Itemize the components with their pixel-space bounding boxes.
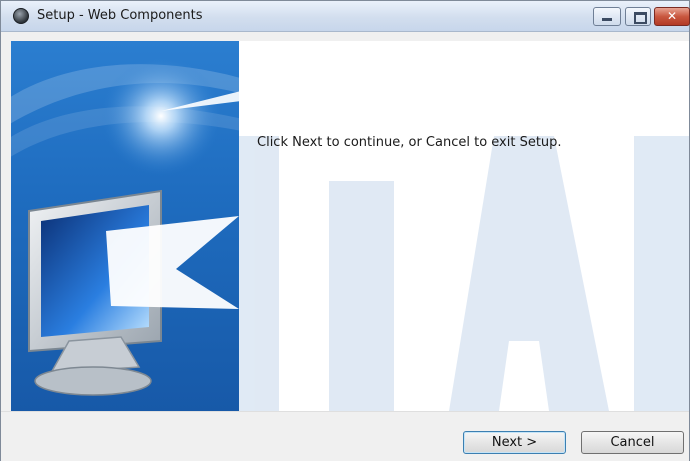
next-button[interactable]: Next > [463, 431, 566, 454]
instruction-text: Click Next to continue, or Cancel to exi… [257, 135, 562, 150]
button-bar: Next > Cancel [1, 411, 689, 461]
setup-window: Setup - Web Components ✕ Click Next to c… [0, 0, 690, 461]
monitor-illustration [11, 56, 239, 396]
minimize-button[interactable] [593, 7, 621, 26]
window-title: Setup - Web Components [37, 8, 203, 23]
watermark-graphic [239, 136, 689, 411]
maximize-button[interactable] [625, 7, 651, 26]
close-button[interactable]: ✕ [654, 7, 690, 26]
wizard-banner-image [11, 41, 239, 411]
minimize-icon [602, 18, 612, 21]
wizard-content-panel: Click Next to continue, or Cancel to exi… [239, 41, 689, 411]
cancel-button[interactable]: Cancel [581, 431, 684, 454]
close-icon: ✕ [667, 9, 678, 23]
maximize-icon [634, 12, 647, 24]
title-bar[interactable]: Setup - Web Components ✕ [1, 1, 690, 32]
app-icon [13, 8, 29, 24]
